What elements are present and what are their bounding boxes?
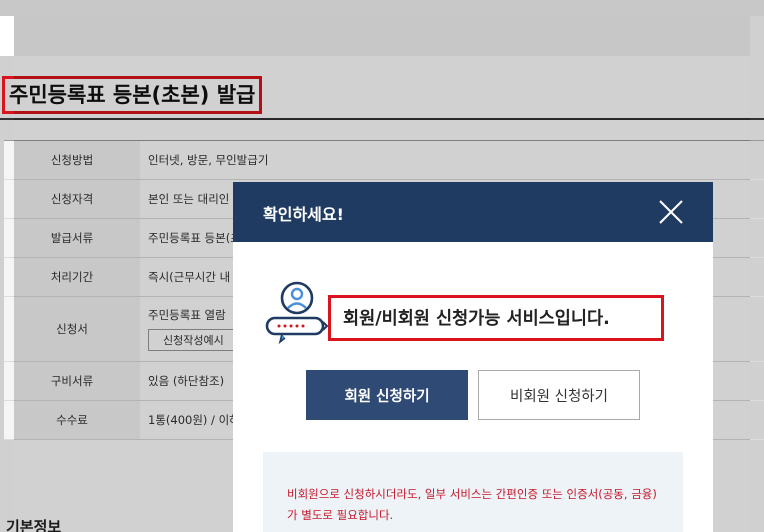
modal-header: 확인하세요! [233,182,713,242]
confirm-modal: 확인하세요! 회원/비회원 신청가능 서비스입니다. 회원 신청하기 비회원 신… [233,182,713,532]
member-id-icon [265,281,329,344]
page: 주민등록표 등본(초본) 발급 신청방법 인터넷, 방문, 무인발급기 신청자격… [0,0,764,532]
guest-apply-button[interactable]: 비회원 신청하기 [478,370,640,420]
message-highlight-box: 회원/비회원 신청가능 서비스입니다. [328,295,664,341]
modal-message: 회원/비회원 신청가능 서비스입니다. [343,309,610,329]
member-apply-button[interactable]: 회원 신청하기 [306,370,468,420]
notice-box: 비회원으로 신청하시더라도, 일부 서비스는 간편인증 또는 인증서(공동, 금… [263,452,683,532]
browser-top-bar [0,0,764,16]
close-icon[interactable] [655,196,687,228]
notice-text: 비회원으로 신청하시더라도, 일부 서비스는 간편인증 또는 인증서(공동, 금… [287,487,657,522]
modal-title: 확인하세요! [263,205,344,224]
